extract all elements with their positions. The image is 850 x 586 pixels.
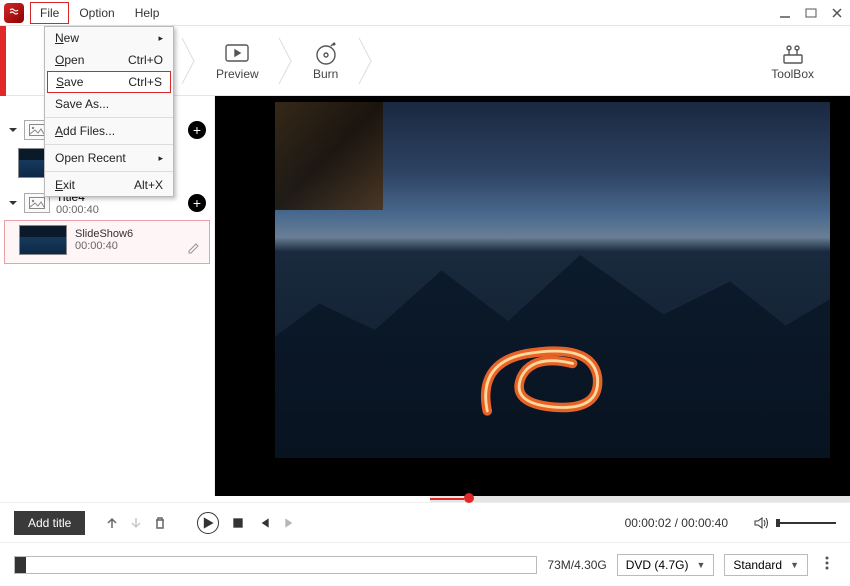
clip-row-selected[interactable]: SlideShow6 00:00:40 bbox=[4, 220, 210, 264]
edit-icon[interactable] bbox=[187, 241, 201, 255]
maximize-button[interactable] bbox=[804, 6, 818, 20]
step-preview-label: Preview bbox=[216, 67, 259, 81]
prev-button[interactable] bbox=[257, 516, 271, 530]
close-button[interactable] bbox=[830, 6, 844, 20]
next-button[interactable] bbox=[283, 516, 297, 530]
menu-file[interactable]: File bbox=[30, 2, 69, 24]
file-menu-dropdown: New▸ OpenCtrl+O SaveCtrl+S Save As... Ad… bbox=[44, 26, 174, 197]
quality-combo[interactable]: Standard▼ bbox=[724, 554, 808, 576]
timeline-scrubber[interactable] bbox=[430, 496, 850, 502]
disc-size-label: 73M/4.30G bbox=[547, 558, 606, 572]
step-burn[interactable]: Burn bbox=[295, 41, 357, 81]
menu-help[interactable]: Help bbox=[125, 2, 170, 24]
add-button[interactable]: + bbox=[188, 194, 206, 212]
menu-add-files[interactable]: Add Files... bbox=[45, 120, 173, 142]
step-toolbox[interactable]: ToolBox bbox=[753, 41, 832, 81]
menu-open-recent[interactable]: Open Recent▸ bbox=[45, 147, 173, 169]
step-burn-label: Burn bbox=[313, 67, 338, 81]
trash-icon[interactable] bbox=[153, 516, 167, 530]
volume-slider[interactable] bbox=[776, 522, 836, 524]
bottom-bar: 73M/4.30G DVD (4.7G)▼ Standard▼ bbox=[0, 542, 850, 586]
add-button[interactable]: + bbox=[188, 121, 206, 139]
menu-exit[interactable]: ExitAlt+X bbox=[45, 174, 173, 196]
chevron-icon bbox=[277, 36, 295, 86]
clip-name: SlideShow6 bbox=[75, 228, 179, 240]
chevron-down-icon bbox=[8, 125, 18, 135]
move-down-icon[interactable] bbox=[129, 516, 143, 530]
time-display: 00:00:02 / 00:00:40 bbox=[625, 516, 728, 530]
clip-thumbnail bbox=[19, 225, 67, 255]
chevron-icon bbox=[180, 36, 198, 86]
menu-open[interactable]: OpenCtrl+O bbox=[45, 49, 173, 71]
menu-save-as[interactable]: Save As... bbox=[45, 93, 173, 115]
step-toolbox-label: ToolBox bbox=[771, 67, 814, 81]
disc-usage-bar bbox=[14, 556, 537, 574]
app-icon bbox=[4, 3, 24, 23]
menubar: File Option Help bbox=[0, 0, 850, 26]
move-up-icon[interactable] bbox=[105, 516, 119, 530]
menu-save[interactable]: SaveCtrl+S bbox=[47, 71, 171, 93]
menu-option[interactable]: Option bbox=[69, 2, 124, 24]
clip-time: 00:00:40 bbox=[75, 240, 179, 252]
window-controls bbox=[778, 6, 850, 20]
menu-new[interactable]: New▸ bbox=[45, 27, 173, 49]
menu-separator bbox=[45, 117, 173, 118]
chevron-icon bbox=[357, 36, 375, 86]
menu-separator bbox=[45, 144, 173, 145]
minimize-button[interactable] bbox=[778, 6, 792, 20]
options-button[interactable] bbox=[818, 552, 836, 577]
add-title-button[interactable]: Add title bbox=[14, 511, 85, 535]
menu-separator bbox=[45, 171, 173, 172]
overlay-thumbnail bbox=[275, 102, 383, 210]
step-preview[interactable]: Preview bbox=[198, 41, 277, 81]
play-button[interactable] bbox=[197, 512, 219, 534]
preview-pane bbox=[215, 96, 850, 496]
volume-icon[interactable] bbox=[754, 516, 770, 530]
chevron-down-icon bbox=[8, 198, 18, 208]
stop-button[interactable] bbox=[231, 516, 245, 530]
active-step-indicator bbox=[0, 26, 6, 96]
controls-bar: Add title 00:00:02 / 00:00:40 bbox=[0, 502, 850, 542]
disc-type-combo[interactable]: DVD (4.7G)▼ bbox=[617, 554, 715, 576]
